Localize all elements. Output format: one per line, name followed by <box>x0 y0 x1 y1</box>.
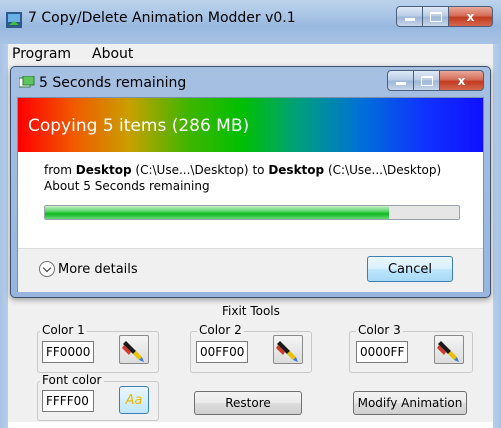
close-icon: x <box>457 73 466 88</box>
color1-label: Color 1 <box>40 323 87 337</box>
dialog-minimize-button[interactable] <box>387 70 414 91</box>
window-frame-left <box>0 0 8 428</box>
close-icon: x <box>466 9 475 24</box>
minimize-icon <box>404 18 415 21</box>
dialog-maximize-button[interactable] <box>414 70 440 91</box>
color3-picker-button[interactable] <box>434 335 464 364</box>
color2-label: Color 2 <box>197 323 244 337</box>
menu-bar: Program About <box>8 44 493 67</box>
font-color-input[interactable]: FFFF00 <box>42 390 94 412</box>
time-remaining: About 5 Seconds remaining <box>44 179 210 193</box>
color1-picker-button[interactable] <box>119 335 149 364</box>
cancel-button[interactable]: Cancel <box>367 256 453 282</box>
color3-input[interactable]: 0000FF <box>356 341 408 363</box>
more-details-button[interactable]: More details <box>58 262 138 277</box>
fixit-tools-heading: Fixit Tools <box>222 304 280 318</box>
maximize-icon <box>420 75 433 86</box>
copy-progress-fill <box>45 206 389 219</box>
maximize-button[interactable] <box>423 6 449 27</box>
from-label: from <box>44 163 72 177</box>
maximize-icon <box>429 11 442 22</box>
color2-input[interactable]: 00FF00 <box>196 341 248 363</box>
close-button[interactable]: x <box>449 6 493 27</box>
copy-source-destination: from Desktop (C:\Use...\Desktop) to Desk… <box>44 163 441 177</box>
from-location-link[interactable]: Desktop <box>76 163 132 177</box>
restore-button[interactable]: Restore <box>194 391 302 415</box>
window-frame-right <box>493 0 501 428</box>
title-bar[interactable]: 7 Copy/Delete Animation Modder v0.1 x <box>0 0 501 44</box>
font-color-label: Font color <box>40 373 104 387</box>
minimize-icon <box>395 82 406 85</box>
main-window: 7 Copy/Delete Animation Modder v0.1 x Pr… <box>0 0 501 428</box>
menu-about[interactable]: About <box>92 46 133 62</box>
to-label: to <box>252 163 265 177</box>
menu-program[interactable]: Program <box>12 46 71 62</box>
paintbrush-icon <box>122 341 144 362</box>
app-icon <box>6 12 22 28</box>
window-caption-buttons: x <box>396 6 493 27</box>
dialog-title: 5 Seconds remaining <box>39 75 187 91</box>
copy-heading: Copying 5 items (286 MB) <box>28 116 250 136</box>
color2-picker-button[interactable] <box>273 335 303 364</box>
to-path: (C:\Use...\Desktop) <box>327 163 442 177</box>
dialog-body: Copying 5 items (286 MB) from Desktop (C… <box>17 97 484 292</box>
rainbow-header: Copying 5 items (286 MB) <box>18 98 483 152</box>
paintbrush-icon <box>276 341 298 362</box>
color3-label: Color 3 <box>356 323 403 337</box>
font-color-button[interactable]: Aa <box>119 386 149 414</box>
copy-progress-dialog: 5 Seconds remaining x Copying 5 items (2… <box>10 66 491 298</box>
chevron-down-icon[interactable] <box>39 261 55 277</box>
from-path: (C:\Use...\Desktop) <box>135 163 249 177</box>
copy-progress-bar <box>44 205 460 220</box>
modify-animation-button[interactable]: Modify Animation <box>353 391 467 415</box>
dialog-close-button[interactable]: x <box>440 70 484 91</box>
color1-input[interactable]: FF0000 <box>42 341 94 363</box>
minimize-button[interactable] <box>396 6 423 27</box>
window-title: 7 Copy/Delete Animation Modder v0.1 <box>28 10 296 26</box>
copy-dialog-icon <box>19 76 35 88</box>
dialog-caption-buttons: x <box>387 70 484 91</box>
to-location-link[interactable]: Desktop <box>268 163 324 177</box>
dialog-footer: More details Cancel <box>18 248 483 292</box>
paintbrush-icon <box>437 341 459 362</box>
